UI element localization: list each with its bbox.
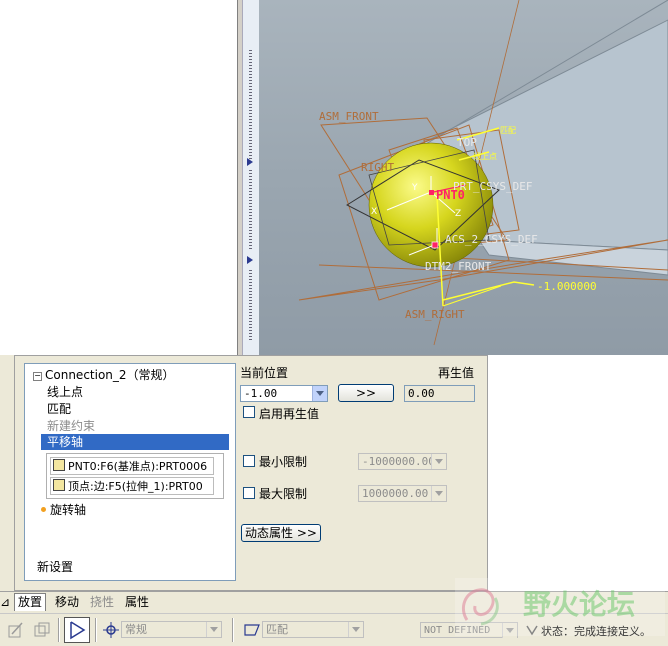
- collapse-arrow-icon[interactable]: [247, 256, 253, 264]
- reference-label: PNT0:F6(基准点):PRT0006: [68, 460, 208, 473]
- reference-label: 顶点:边:F5(拉伸_1):PRT00: [68, 480, 203, 493]
- max-limit-checkbox[interactable]: [243, 487, 255, 499]
- chevron-down-icon[interactable]: [206, 622, 221, 637]
- axis-y-label: Y: [411, 183, 418, 193]
- model-tree-pane: [0, 0, 237, 355]
- user-defined-icon[interactable]: [6, 620, 26, 640]
- regen-value-field[interactable]: 0.00: [404, 385, 475, 402]
- apply-position-button[interactable]: >>: [338, 384, 394, 402]
- empty-area: [488, 355, 668, 591]
- direction-toggle-icon[interactable]: [64, 617, 90, 643]
- label-asm-right: ASM_RIGHT: [405, 308, 465, 321]
- sash-grip: [249, 170, 252, 250]
- current-position-value: -1.00: [244, 387, 278, 400]
- max-limit-value: 1000000.00: [362, 487, 429, 500]
- collapse-icon[interactable]: −: [33, 372, 42, 381]
- vertex-icon: [53, 479, 65, 491]
- label-asm-front: ASM_FRONT: [319, 110, 379, 123]
- rotation-axis-label: 旋转轴: [50, 503, 87, 517]
- copy-assembly-icon[interactable]: [32, 620, 52, 640]
- tag-mate: 匹配: [500, 126, 516, 135]
- label-asm-csys: ACS_2_CSYS_DEF: [445, 233, 538, 246]
- label-right: RIGHT: [361, 161, 394, 174]
- min-limit-label: 最小限制: [259, 455, 308, 469]
- tab-placement[interactable]: 放置: [14, 593, 47, 611]
- connection-root-item[interactable]: − Connection_2（常规）: [33, 367, 175, 383]
- vertex-marker: [431, 241, 439, 249]
- connection-type-icon: [103, 622, 119, 638]
- min-limit-combo[interactable]: -1000000.00: [358, 453, 447, 470]
- constraint-type-value: 匹配: [266, 623, 288, 636]
- constraint-type-select[interactable]: 匹配: [262, 621, 364, 638]
- max-limit-label: 最大限制: [259, 487, 308, 501]
- axis-x-label: X: [371, 207, 377, 217]
- tree-item-new-constraint[interactable]: 新建约束: [47, 418, 95, 434]
- chevron-down-icon[interactable]: [431, 486, 446, 501]
- sash-grip: [249, 270, 252, 340]
- label-top: TOP: [457, 136, 477, 149]
- dashboard-margin: [0, 355, 14, 591]
- dynamic-properties-button[interactable]: 动态属性 >>: [241, 524, 321, 542]
- axis-z-label: Z: [455, 209, 461, 219]
- sash-grip: [249, 50, 252, 160]
- tab-move[interactable]: 移动: [52, 594, 82, 611]
- label-prt-csys: PRT_CSYS_DEF: [453, 180, 532, 193]
- datum-point-icon: [53, 459, 65, 471]
- graphics-viewport[interactable]: ASM_FRONT TOP RIGHT PRT_CSYS_DEF PNT0 AC…: [259, 0, 668, 355]
- forum-watermark: 野火论坛: [455, 578, 665, 636]
- connection-type-select[interactable]: 常规: [121, 621, 222, 638]
- sash-handle[interactable]: [242, 0, 260, 355]
- regen-value-label: 再生值: [438, 366, 475, 380]
- enable-regen-label: 启用再生值: [259, 407, 320, 421]
- status-dot-icon: [41, 507, 46, 512]
- label-pnt0: PNT0: [436, 188, 465, 202]
- min-limit-value: -1000000.00: [362, 455, 435, 468]
- current-position-combo[interactable]: -1.00: [240, 385, 328, 402]
- reference-item-pnt0[interactable]: PNT0:F6(基准点):PRT0006: [50, 457, 214, 475]
- new-set-item[interactable]: 新设置: [37, 559, 73, 575]
- model-scene: ASM_FRONT TOP RIGHT PRT_CSYS_DEF PNT0 AC…: [298, 0, 668, 346]
- constraint-type-icon: [244, 624, 260, 636]
- min-limit-checkbox[interactable]: [243, 455, 255, 467]
- constraint-tree: − Connection_2（常规） 线上点 匹配 新建约束 平移轴 PNT0:F…: [24, 363, 236, 581]
- tag-point-on-line: 线上点: [473, 151, 497, 161]
- tree-item-point-on-line[interactable]: 线上点: [47, 384, 83, 400]
- tree-item-rotation-axis[interactable]: 旋转轴: [41, 502, 86, 518]
- reference-item-vertex[interactable]: 顶点:边:F5(拉伸_1):PRT00: [50, 477, 214, 495]
- chevron-down-icon[interactable]: [348, 622, 363, 637]
- connection-root-label: Connection_2（常规）: [45, 368, 175, 382]
- chevron-down-icon[interactable]: [431, 454, 446, 469]
- tree-item-mate[interactable]: 匹配: [47, 401, 71, 417]
- collapse-arrow-icon[interactable]: [247, 158, 253, 166]
- reference-collector[interactable]: PNT0:F6(基准点):PRT0006 顶点:边:F5(拉伸_1):PRT00: [46, 453, 224, 499]
- chevron-down-icon[interactable]: [312, 386, 327, 401]
- watermark-text: 野火论坛: [523, 588, 635, 621]
- connection-type-value: 常规: [125, 623, 147, 636]
- pin-icon[interactable]: ⊿: [0, 594, 12, 611]
- offset-value-label: -1.000000: [537, 280, 597, 293]
- label-dtm-front: DTM2_FRONT: [425, 260, 492, 273]
- enable-regen-checkbox[interactable]: [243, 406, 255, 418]
- tab-properties[interactable]: 属性: [122, 594, 152, 611]
- current-position-label: 当前位置: [240, 366, 289, 380]
- max-limit-combo[interactable]: 1000000.00: [358, 485, 447, 502]
- tab-flexibility[interactable]: 挠性: [87, 594, 117, 611]
- tree-item-translation-axis[interactable]: 平移轴: [41, 434, 229, 450]
